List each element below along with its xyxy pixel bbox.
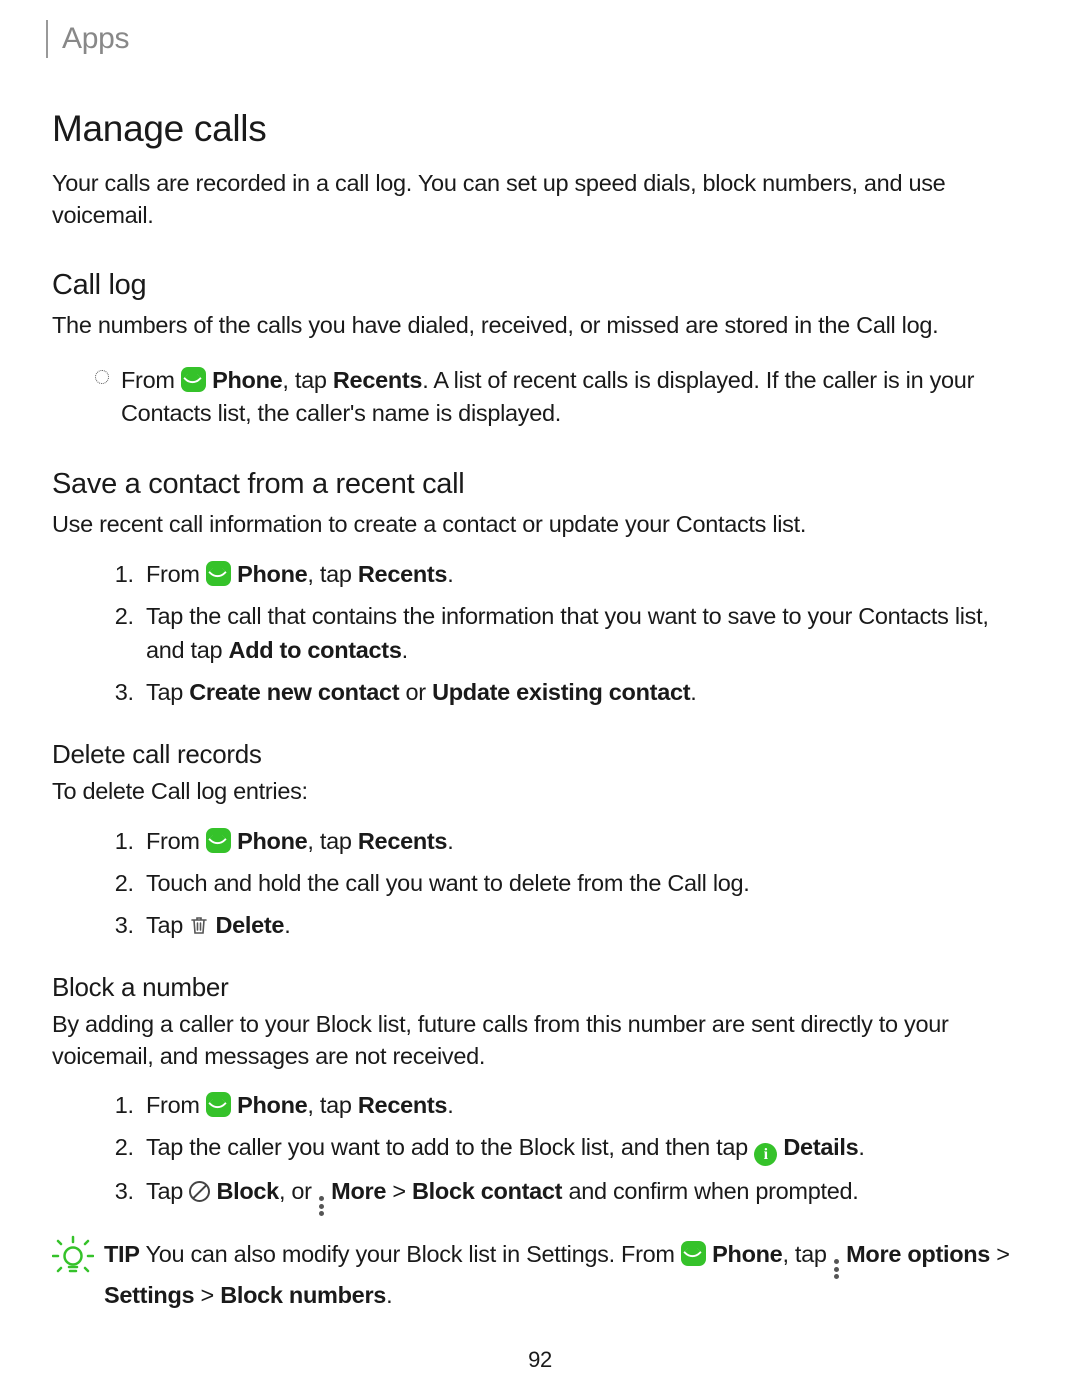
add-to-contacts-label: Add to contacts — [229, 637, 402, 663]
save-contact-steps: From Phone, tap Recents. Tap the call th… — [110, 557, 1020, 709]
text-fragment: Tap the caller you want to add to the Bl… — [146, 1134, 754, 1160]
trash-icon — [189, 914, 209, 936]
text-fragment: . — [386, 1282, 392, 1308]
text-fragment: , tap — [307, 1092, 357, 1118]
heading-block-number: Block a number — [52, 972, 1020, 1003]
breadcrumb-divider — [46, 20, 48, 58]
block-contact-label: Block contact — [412, 1178, 562, 1204]
list-item: Tap Create new contact or Update existin… — [140, 675, 1020, 709]
intro-text: Your calls are recorded in a call log. Y… — [52, 168, 1020, 231]
create-new-contact-label: Create new contact — [189, 679, 399, 705]
tip-callout: TIP You can also modify your Block list … — [52, 1238, 1020, 1312]
page-title: Manage calls — [52, 108, 1020, 150]
call-log-bullet: From Phone, tap Recents. A list of recen… — [95, 364, 1020, 430]
recents-label: Recents — [333, 367, 422, 393]
text-fragment: , tap — [307, 828, 357, 854]
block-numbers-label: Block numbers — [220, 1282, 386, 1308]
list-item: From Phone, tap Recents. — [140, 557, 1020, 591]
text-fragment: You can also modify your Block list in S… — [140, 1241, 681, 1267]
text-fragment: . — [447, 828, 453, 854]
phone-icon — [206, 1092, 231, 1117]
text-fragment: From — [146, 561, 206, 587]
delete-records-text: To delete Call log entries: — [52, 776, 1020, 808]
info-icon: i — [754, 1143, 777, 1166]
lightbulb-icon — [52, 1234, 94, 1276]
text-fragment: , tap — [782, 1241, 832, 1267]
text-fragment: > — [386, 1178, 412, 1204]
text-fragment: Tap — [146, 1178, 189, 1204]
phone-label: Phone — [712, 1241, 782, 1267]
phone-icon — [181, 367, 206, 392]
list-item: From Phone, tap Recents. — [140, 824, 1020, 858]
text-fragment: . — [284, 912, 290, 938]
phone-icon — [681, 1241, 706, 1266]
phone-label: Phone — [212, 367, 282, 393]
text-fragment: , or — [279, 1178, 318, 1204]
text-fragment: . — [447, 1092, 453, 1118]
update-existing-contact-label: Update existing contact — [432, 679, 690, 705]
text-fragment: . — [690, 679, 696, 705]
list-item: Tap the call that contains the informati… — [140, 599, 1020, 667]
text-fragment: . — [447, 561, 453, 587]
text-fragment: > — [194, 1282, 220, 1308]
list-item: Tap the caller you want to add to the Bl… — [140, 1130, 1020, 1166]
block-icon — [189, 1181, 210, 1202]
details-label: Details — [783, 1134, 858, 1160]
phone-label: Phone — [237, 1092, 307, 1118]
heading-save-contact: Save a contact from a recent call — [52, 468, 1020, 501]
breadcrumb-label: Apps — [62, 22, 129, 56]
tip-label: TIP — [104, 1241, 140, 1267]
phone-label: Phone — [237, 561, 307, 587]
block-number-text: By adding a caller to your Block list, f… — [52, 1009, 1020, 1072]
settings-label: Settings — [104, 1282, 194, 1308]
text-fragment: . — [858, 1134, 864, 1160]
text-fragment: From — [146, 828, 206, 854]
more-options-icon — [319, 1196, 324, 1216]
bullet-content: From Phone, tap Recents. A list of recen… — [121, 364, 1020, 430]
bullet-marker-icon — [95, 370, 109, 384]
text-fragment: . — [402, 637, 408, 663]
save-contact-text: Use recent call information to create a … — [52, 509, 1020, 541]
more-options-label: More options — [846, 1241, 990, 1267]
text-fragment: Tap — [146, 679, 189, 705]
list-item: Touch and hold the call you want to dele… — [140, 866, 1020, 900]
text-fragment: Tap — [146, 912, 189, 938]
phone-icon — [206, 561, 231, 586]
block-label: Block — [216, 1178, 279, 1204]
list-item: Tap Block, or More > Block contact and c… — [140, 1174, 1020, 1216]
list-item: From Phone, tap Recents. — [140, 1088, 1020, 1122]
text-fragment: From — [121, 367, 181, 393]
phone-icon — [206, 828, 231, 853]
breadcrumb: Apps — [46, 20, 1020, 58]
call-log-text: The numbers of the calls you have dialed… — [52, 310, 1020, 342]
tip-content: TIP You can also modify your Block list … — [104, 1238, 1020, 1312]
recents-label: Recents — [358, 561, 447, 587]
list-item: Tap Delete. — [140, 908, 1020, 942]
more-label: More — [331, 1178, 386, 1204]
text-fragment: From — [146, 1092, 206, 1118]
heading-delete-records: Delete call records — [52, 739, 1020, 770]
text-fragment: , tap — [282, 367, 332, 393]
block-number-steps: From Phone, tap Recents. Tap the caller … — [110, 1088, 1020, 1216]
phone-label: Phone — [237, 828, 307, 854]
delete-label: Delete — [215, 912, 284, 938]
text-fragment: Touch and hold the call you want to dele… — [146, 870, 750, 896]
heading-call-log: Call log — [52, 269, 1020, 302]
recents-label: Recents — [358, 828, 447, 854]
page-number: 92 — [0, 1347, 1080, 1373]
text-fragment: , tap — [307, 561, 357, 587]
more-options-icon — [834, 1259, 839, 1279]
text-fragment: > — [990, 1241, 1010, 1267]
recents-label: Recents — [358, 1092, 447, 1118]
delete-records-steps: From Phone, tap Recents. Touch and hold … — [110, 824, 1020, 942]
text-fragment: or — [399, 679, 432, 705]
text-fragment: and confirm when prompted. — [562, 1178, 858, 1204]
